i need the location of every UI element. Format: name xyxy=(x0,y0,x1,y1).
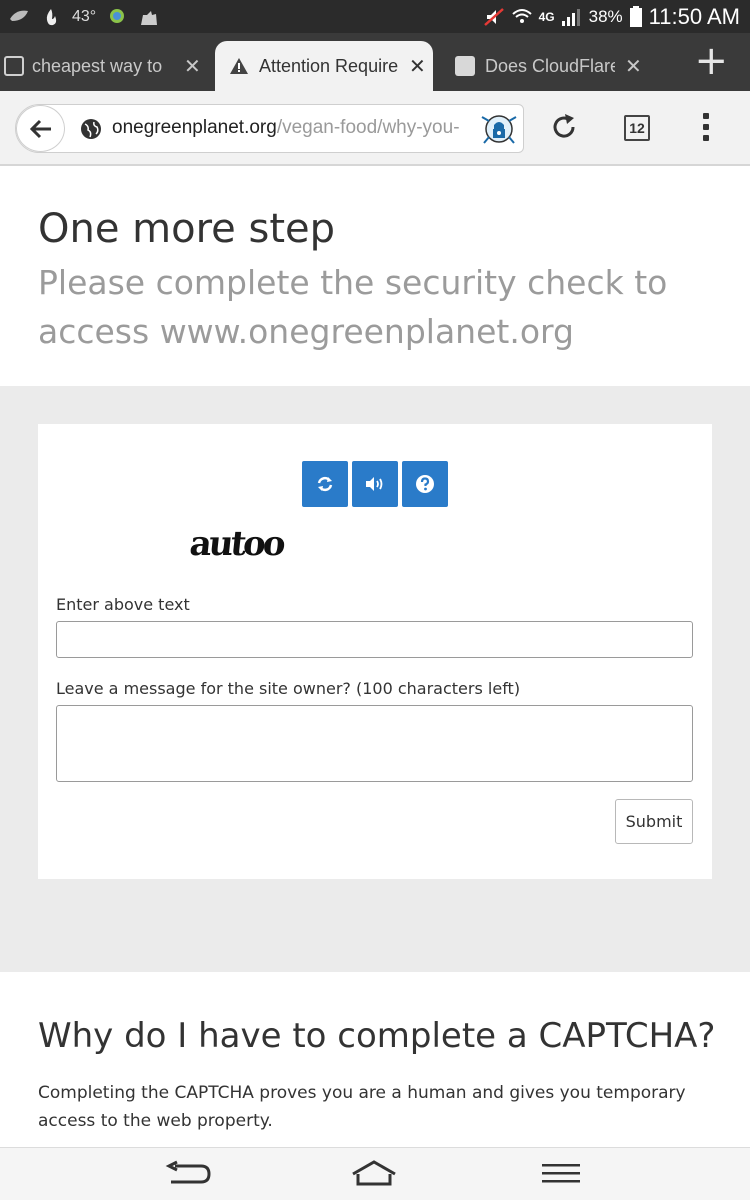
captcha-text: autoo xyxy=(190,524,287,564)
url-path: /vegan-food/why-you- xyxy=(276,117,460,138)
home-icon[interactable] xyxy=(350,1160,398,1188)
why-body: Completing the CAPTCHA proves you are a … xyxy=(38,1083,686,1131)
refresh-icon xyxy=(317,476,333,492)
system-nav-bar xyxy=(0,1147,750,1200)
tab-label: Does CloudFlare xyxy=(485,55,615,76)
page-header: One more step Please complete the securi… xyxy=(0,168,750,386)
cat-icon xyxy=(141,10,158,25)
close-icon[interactable]: ✕ xyxy=(184,54,201,79)
battery-icon xyxy=(629,5,642,27)
android-icon xyxy=(110,8,125,23)
page-title: One more step xyxy=(38,206,336,252)
tab-cloudflare[interactable]: Does CloudFlare ✕ xyxy=(445,41,655,91)
favicon-icon xyxy=(455,56,475,76)
globe-icon xyxy=(81,119,101,139)
enter-text-label: Enter above text xyxy=(56,595,190,614)
page-subtitle: Please complete the security check to ac… xyxy=(38,263,668,351)
captcha-form: autoo Enter above text Leave a message f… xyxy=(38,424,712,879)
tab-switcher-button[interactable]: 12 xyxy=(624,115,650,141)
tab-cheapest[interactable]: cheapest way to ✕ xyxy=(0,41,205,91)
warning-icon xyxy=(230,58,248,74)
fire-icon xyxy=(46,8,57,25)
url-domain: onegreenplanet.org xyxy=(112,117,277,138)
audio-icon xyxy=(366,477,383,491)
address-bar[interactable]: onegreenplanet.org/vegan-food/why-you- xyxy=(15,104,524,153)
url-text: onegreenplanet.org/vegan-food/why-you- xyxy=(112,117,482,139)
status-bar: 43° 4G 38% 11:50 AM xyxy=(0,0,750,33)
why-heading: Why do I have to complete a CAPTCHA? xyxy=(38,1016,716,1056)
help-icon xyxy=(416,475,434,493)
extension-icon[interactable] xyxy=(479,109,519,149)
network-type: 4G xyxy=(538,9,555,24)
menu-icon[interactable] xyxy=(540,1160,582,1186)
back-arrow-icon xyxy=(29,119,51,138)
tab-attention-required[interactable]: Attention Require ✕ xyxy=(215,41,433,91)
close-icon[interactable]: ✕ xyxy=(409,54,426,79)
back-button[interactable] xyxy=(16,105,65,152)
tab-label: cheapest way to xyxy=(32,55,163,76)
checkbox-icon xyxy=(4,56,24,76)
help-captcha-button[interactable] xyxy=(402,461,448,507)
captcha-answer-input[interactable] xyxy=(56,621,693,658)
back-icon[interactable] xyxy=(165,1160,211,1188)
tab-strip: cheapest way to ✕ Attention Require ✕ Do… xyxy=(0,33,750,91)
overflow-menu-button[interactable] xyxy=(703,113,711,143)
close-icon[interactable]: ✕ xyxy=(625,54,642,79)
mute-icon xyxy=(483,7,504,26)
tab-label: Attention Require xyxy=(259,55,399,76)
reload-button[interactable] xyxy=(552,113,578,141)
audio-captcha-button[interactable] xyxy=(352,461,398,507)
why-captcha-section: Why do I have to complete a CAPTCHA? Com… xyxy=(0,972,750,1147)
browser-toolbar: onegreenplanet.org/vegan-food/why-you- 1… xyxy=(0,91,750,166)
wifi-icon xyxy=(511,8,532,23)
clock: 11:50 AM xyxy=(648,3,740,29)
new-tab-button[interactable]: + xyxy=(694,41,728,81)
leaf-icon xyxy=(10,10,28,21)
captcha-image: autoo xyxy=(190,524,287,564)
message-textarea[interactable] xyxy=(56,705,693,782)
signal-icon xyxy=(561,8,580,26)
captcha-section: autoo Enter above text Leave a message f… xyxy=(0,386,750,972)
message-label: Leave a message for the site owner? (100… xyxy=(56,679,521,698)
refresh-captcha-button[interactable] xyxy=(302,461,348,507)
battery-percent: 38% xyxy=(588,6,623,26)
temperature: 43° xyxy=(72,7,97,25)
submit-button[interactable]: Submit xyxy=(615,799,693,844)
